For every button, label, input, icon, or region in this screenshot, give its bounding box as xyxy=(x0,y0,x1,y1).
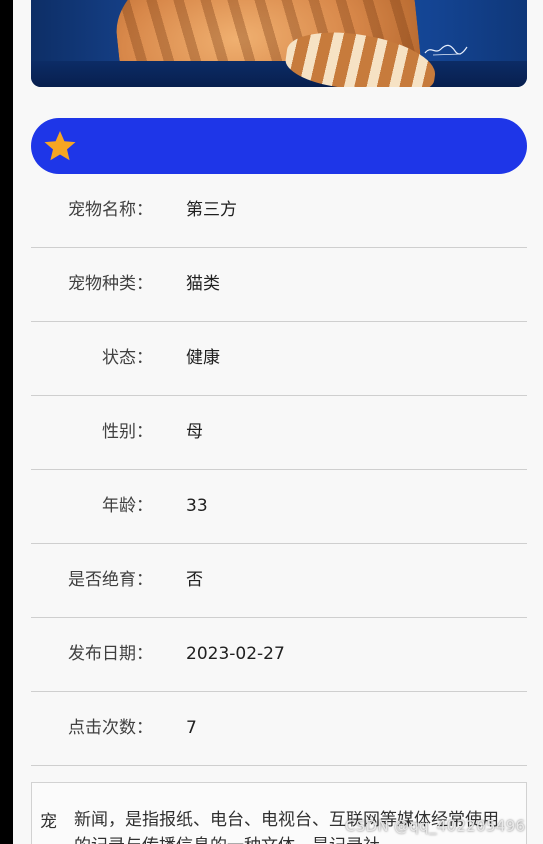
detail-row-gender: 性别： 母 xyxy=(31,396,527,470)
detail-label: 是否绝育： xyxy=(68,570,153,590)
description-label: 宠 xyxy=(40,812,57,832)
detail-row-neutered: 是否绝育： 否 xyxy=(31,544,527,618)
watermark-text: CSDN @qq_402205496 xyxy=(345,817,526,835)
detail-value: 2023-02-27 xyxy=(186,644,285,664)
photo-signature-mark xyxy=(424,44,468,56)
detail-label: 宠物名称： xyxy=(68,200,153,220)
detail-label: 性别： xyxy=(102,422,153,442)
detail-row-pet-name: 宠物名称： 第三方 xyxy=(31,174,527,248)
detail-row-click-count: 点击次数： 7 xyxy=(31,692,527,766)
detail-row-publish-date: 发布日期： 2023-02-27 xyxy=(31,618,527,692)
detail-label: 年龄： xyxy=(102,496,153,516)
star-icon[interactable] xyxy=(43,129,77,163)
pet-photo xyxy=(31,0,527,87)
detail-label: 发布日期： xyxy=(68,644,153,664)
detail-value: 母 xyxy=(186,422,203,442)
detail-label: 状态： xyxy=(102,348,153,368)
detail-row-pet-type: 宠物种类： 猫类 xyxy=(31,248,527,322)
detail-label: 宠物种类： xyxy=(68,274,153,294)
detail-value: 第三方 xyxy=(186,200,237,220)
pet-detail-screen: 宠物名称： 第三方 宠物种类： 猫类 状态： 健康 性别： 母 年龄： 33 是… xyxy=(13,0,543,844)
detail-label: 点击次数： xyxy=(68,718,153,738)
detail-value: 否 xyxy=(186,570,203,590)
pet-details-list: 宠物名称： 第三方 宠物种类： 猫类 状态： 健康 性别： 母 年龄： 33 是… xyxy=(31,174,527,766)
photo-floor xyxy=(31,61,527,87)
favorite-banner[interactable] xyxy=(31,118,527,174)
detail-value: 7 xyxy=(186,718,197,738)
detail-value: 健康 xyxy=(186,348,220,368)
detail-row-status: 状态： 健康 xyxy=(31,322,527,396)
detail-value: 33 xyxy=(186,496,208,516)
detail-row-age: 年龄： 33 xyxy=(31,470,527,544)
detail-value: 猫类 xyxy=(186,274,220,294)
